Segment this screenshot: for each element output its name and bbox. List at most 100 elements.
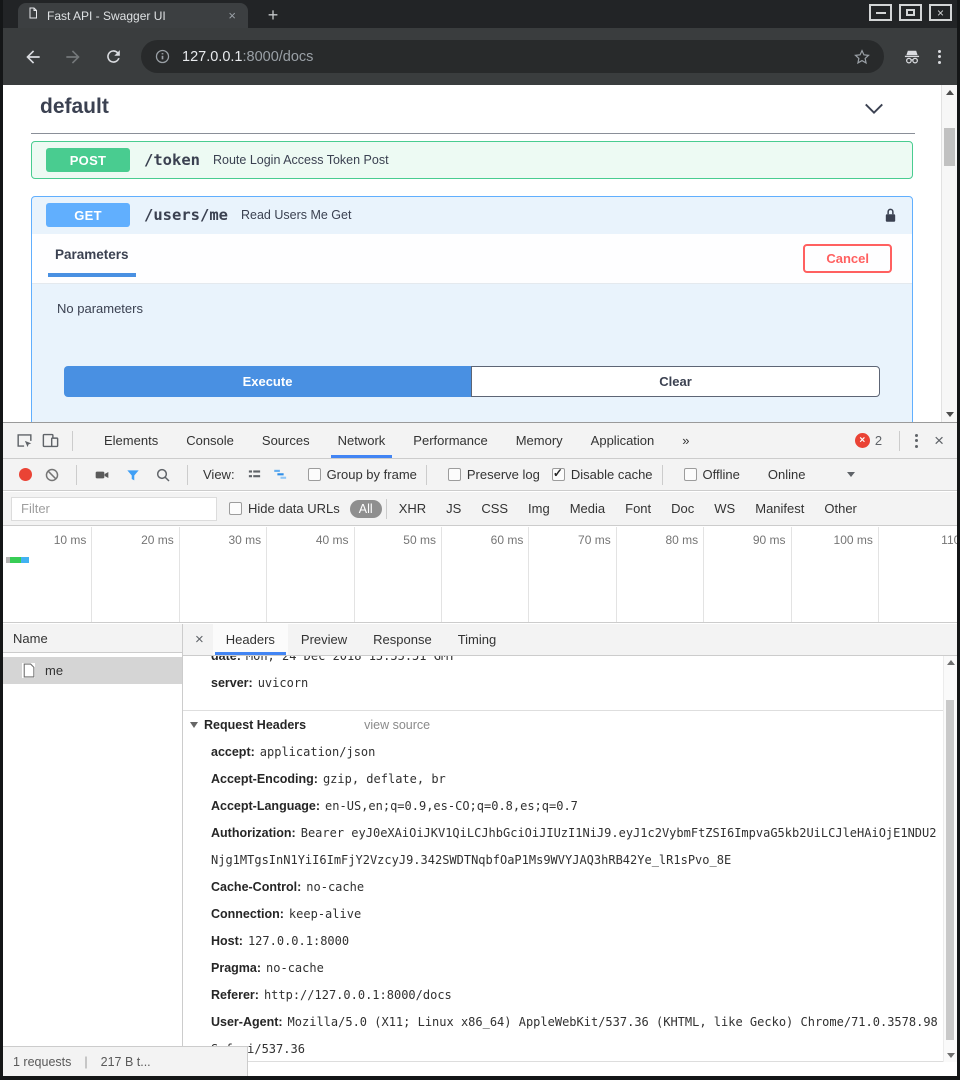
- record-button[interactable]: [19, 468, 32, 481]
- throttling-dropdown[interactable]: Online: [768, 467, 806, 482]
- page-info-icon[interactable]: [154, 48, 171, 65]
- maximize-button[interactable]: [899, 4, 922, 21]
- detail-scrollbar[interactable]: [943, 656, 957, 1062]
- address-bar[interactable]: 127.0.0.1:8000/docs: [141, 40, 884, 73]
- cancel-button[interactable]: Cancel: [803, 244, 892, 273]
- refresh-button[interactable]: [101, 45, 125, 69]
- page-scrollbar[interactable]: [941, 85, 957, 422]
- scroll-down-icon[interactable]: [946, 412, 954, 417]
- parameters-tab[interactable]: Parameters: [48, 247, 136, 277]
- dropdown-arrow-icon[interactable]: [847, 472, 855, 477]
- scroll-down-icon[interactable]: [947, 1053, 955, 1058]
- group-by-frame-checkbox[interactable]: [308, 468, 321, 481]
- error-badge-icon[interactable]: ×: [855, 433, 870, 448]
- close-window-button[interactable]: ×: [929, 4, 952, 21]
- url-path: :8000/docs: [242, 49, 313, 65]
- search-icon[interactable]: [155, 467, 171, 483]
- endpoint-header[interactable]: POST /token Route Login Access Token Pos…: [32, 142, 912, 178]
- execute-button[interactable]: Execute: [64, 366, 471, 397]
- detail-tab-preview[interactable]: Preview: [288, 624, 360, 655]
- tab-application[interactable]: Application: [577, 423, 669, 458]
- back-button[interactable]: [21, 45, 45, 69]
- lock-icon[interactable]: [883, 206, 898, 225]
- tab-network[interactable]: Network: [324, 423, 400, 458]
- clear-requests-icon[interactable]: [44, 467, 60, 483]
- request-header-row: Referer:http://127.0.0.1:8000/docs: [183, 982, 943, 1009]
- inspect-element-icon[interactable]: [11, 428, 37, 454]
- endpoint-post-token[interactable]: POST /token Route Login Access Token Pos…: [31, 141, 913, 179]
- error-count[interactable]: 2: [875, 433, 882, 448]
- browser-tab[interactable]: Fast API - Swagger UI ×: [18, 3, 248, 28]
- resource-filter-font[interactable]: Font: [625, 501, 651, 516]
- request-header-row: Authorization:Bearer eyJ0eXAiOiJKV1QiLCJ…: [183, 820, 943, 874]
- devtools-menu-button[interactable]: [909, 434, 924, 448]
- resource-filter-all[interactable]: All: [350, 500, 382, 518]
- name-column-header[interactable]: Name: [3, 624, 182, 653]
- timeline-tick: 10 ms: [5, 527, 92, 622]
- resource-filter-xhr[interactable]: XHR: [399, 501, 426, 516]
- resource-filter-other[interactable]: Other: [824, 501, 857, 516]
- status-separator: |: [84, 1055, 87, 1069]
- resource-filter-media[interactable]: Media: [570, 501, 605, 516]
- new-tab-button[interactable]: +: [261, 4, 285, 27]
- chevron-down-icon[interactable]: [863, 101, 885, 122]
- resource-filter-ws[interactable]: WS: [714, 501, 735, 516]
- tab-memory[interactable]: Memory: [502, 423, 577, 458]
- scrollbar-thumb[interactable]: [944, 128, 955, 166]
- tab-elements[interactable]: Elements: [90, 423, 172, 458]
- close-detail-icon[interactable]: ×: [195, 631, 204, 648]
- more-tabs-button[interactable]: »: [668, 423, 703, 458]
- tab-console[interactable]: Console: [172, 423, 248, 458]
- detail-tab-response[interactable]: Response: [360, 624, 445, 655]
- tab-sources[interactable]: Sources: [248, 423, 324, 458]
- endpoint-header[interactable]: GET /users/me Read Users Me Get: [32, 197, 912, 233]
- timeline-tick: 90 ms: [704, 527, 791, 622]
- detail-tab-headers[interactable]: Headers: [213, 624, 288, 655]
- detail-tab-timing[interactable]: Timing: [445, 624, 510, 655]
- timeline-tick: 70 ms: [529, 527, 616, 622]
- endpoint-get-users-me: GET /users/me Read Users Me Get Paramete…: [31, 196, 913, 422]
- request-headers-section[interactable]: Request Headers view source: [183, 711, 943, 739]
- resource-filter-js[interactable]: JS: [446, 501, 461, 516]
- browser-toolbar: 127.0.0.1:8000/docs: [3, 28, 957, 85]
- waterfall-overview-icon[interactable]: [272, 467, 289, 482]
- hide-data-urls-checkbox[interactable]: [229, 502, 242, 515]
- scrollbar-thumb[interactable]: [946, 700, 954, 1040]
- incognito-icon: [900, 45, 924, 69]
- clear-button[interactable]: Clear: [471, 366, 880, 397]
- browser-menu-button[interactable]: [932, 50, 947, 64]
- divider: [76, 465, 77, 485]
- offline-checkbox[interactable]: [684, 468, 697, 481]
- bookmark-star-icon[interactable]: [853, 48, 871, 66]
- scroll-up-icon[interactable]: [947, 660, 955, 665]
- large-rows-icon[interactable]: [246, 467, 263, 482]
- device-toolbar-icon[interactable]: [37, 428, 63, 454]
- timeline-tick: 100 ms: [792, 527, 879, 622]
- divider: [187, 465, 188, 485]
- filter-funnel-icon[interactable]: [125, 467, 141, 483]
- capture-screenshots-icon[interactable]: [93, 467, 111, 483]
- request-row-me[interactable]: me: [3, 657, 182, 684]
- filter-input[interactable]: [11, 497, 217, 521]
- endpoint-path: /token: [144, 151, 200, 169]
- network-overview-timeline[interactable]: 10 ms 20 ms 30 ms 40 ms 50 ms 60 ms 70 m…: [3, 527, 957, 623]
- resource-filter-doc[interactable]: Doc: [671, 501, 694, 516]
- preserve-log-checkbox[interactable]: [448, 468, 461, 481]
- tab-performance[interactable]: Performance: [399, 423, 501, 458]
- timeline-tick: 50 ms: [355, 527, 442, 622]
- resource-filter-img[interactable]: Img: [528, 501, 550, 516]
- timeline-tick: 80 ms: [617, 527, 704, 622]
- disable-cache-checkbox[interactable]: [552, 468, 565, 481]
- minimize-button[interactable]: [869, 4, 892, 21]
- disclosure-triangle-icon[interactable]: [190, 722, 198, 728]
- forward-button[interactable]: [61, 45, 85, 69]
- group-by-frame-label: Group by frame: [327, 467, 417, 482]
- tab-close-icon[interactable]: ×: [225, 8, 239, 23]
- resource-filter-css[interactable]: CSS: [481, 501, 508, 516]
- response-header-row: server:uvicorn: [183, 670, 943, 697]
- scroll-up-icon[interactable]: [946, 90, 954, 95]
- response-headers-partial: date:Mon, 24 Dec 2018 15:55:51 GMT serve…: [183, 656, 943, 710]
- resource-filter-manifest[interactable]: Manifest: [755, 501, 804, 516]
- devtools-close-icon[interactable]: ×: [934, 431, 944, 451]
- view-source-link[interactable]: view source: [364, 718, 430, 732]
